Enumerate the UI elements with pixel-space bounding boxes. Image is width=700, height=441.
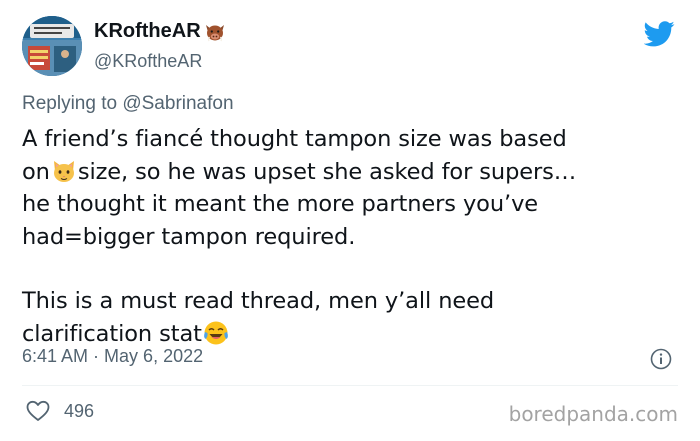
tweet-text-line-1: A friend’s fiancé thought tampon size wa… [22, 126, 567, 152]
like-button[interactable]: 496 [26, 400, 94, 422]
tweet-text-line-5: This is a must read thread, men y’all ne… [22, 288, 495, 314]
replying-to: Replying to @Sabrinafon [22, 93, 234, 115]
tweet-text-line-6-start: clarification stat [22, 320, 202, 347]
display-name[interactable]: KRoftheAR [94, 20, 226, 43]
twitter-bird-icon[interactable] [644, 21, 675, 47]
tweet-date: May 6, 2022 [104, 346, 204, 366]
tears-of-joy-icon [203, 321, 228, 344]
info-icon[interactable] [650, 348, 672, 370]
watermark: boredpanda.com [508, 402, 678, 426]
tweet-text-line-2-end: size, so he was upset she asked for supe… [77, 158, 577, 185]
heart-icon [26, 400, 50, 421]
replying-to-prefix: Replying to [22, 93, 123, 114]
cat-face-icon [53, 160, 74, 182]
display-name-text: KRoftheAR [94, 20, 201, 42]
tweet-text: A friend’s fiancé thought tampon size wa… [22, 123, 682, 350]
tweet-text-line-2: on size, so he was upset she asked for s… [22, 156, 682, 189]
tweet-text-line-4: had=bigger tampon required. [22, 223, 356, 250]
profile-photo-street-sign-icon [22, 16, 82, 76]
timestamp-separator: · [88, 346, 105, 366]
reply-mention-link[interactable]: @Sabrinafon [122, 93, 233, 114]
user-handle[interactable]: @KRoftheAR [94, 51, 202, 72]
tweet-timestamp[interactable]: 6:41 AM · May 6, 2022 [22, 346, 203, 367]
divider [22, 385, 678, 386]
tweet-text-line-3: he thought it meant the more partners yo… [22, 191, 539, 217]
tweet-time: 6:41 AM [22, 346, 89, 366]
like-count: 496 [64, 400, 95, 421]
boar-face-icon [205, 24, 224, 41]
tweet-card: KRoftheAR @KRoftheAR Replying to @Sabrin… [0, 0, 700, 441]
avatar[interactable] [22, 16, 82, 76]
tweet-text-line-2-start: on [22, 158, 50, 185]
